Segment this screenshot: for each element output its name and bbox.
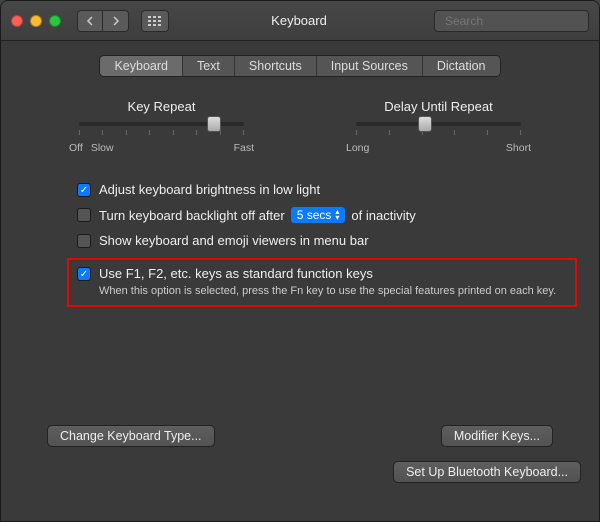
- option-label: Adjust keyboard brightness in low light: [99, 182, 320, 197]
- bluetooth-keyboard-button[interactable]: Set Up Bluetooth Keyboard...: [393, 461, 581, 483]
- slider-max: Short: [506, 142, 531, 154]
- select-value: 5 secs: [297, 208, 332, 222]
- option-hint: When this option is selected, press the …: [99, 285, 556, 297]
- slider-track[interactable]: [356, 122, 521, 126]
- content-area: Key Repeat Off Slow Fast Delay Until Rep…: [1, 89, 599, 447]
- slider-min-off: Off: [69, 142, 83, 154]
- tab-bar: KeyboardTextShortcutsInput SourcesDictat…: [1, 41, 599, 89]
- brightness-option: ✓ Adjust keyboard brightness in low ligh…: [77, 182, 571, 197]
- fn-keys-option: ✓ Use F1, F2, etc. keys as standard func…: [77, 266, 567, 297]
- window-controls: [11, 15, 61, 27]
- tab-input-sources[interactable]: Input Sources: [317, 56, 423, 76]
- minimize-icon[interactable]: [30, 15, 42, 27]
- highlight-annotation: ✓ Use F1, F2, etc. keys as standard func…: [67, 258, 577, 307]
- close-icon[interactable]: [11, 15, 23, 27]
- tab-dictation[interactable]: Dictation: [423, 56, 500, 76]
- backlight-off-option: Turn keyboard backlight off after 5 secs…: [77, 207, 571, 223]
- chevron-left-icon: [86, 16, 94, 26]
- emoji-checkbox[interactable]: [77, 234, 91, 248]
- option-label: Use F1, F2, etc. keys as standard functi…: [99, 266, 556, 281]
- tab-keyboard[interactable]: Keyboard: [100, 56, 183, 76]
- grid-icon: [148, 16, 162, 26]
- forward-button[interactable]: [103, 10, 129, 32]
- key-repeat-slider: Key Repeat Off Slow Fast: [69, 99, 254, 154]
- slider-label: Key Repeat: [128, 99, 196, 114]
- modifier-keys-button[interactable]: Modifier Keys...: [441, 425, 553, 447]
- preferences-window: Keyboard KeyboardTextShortcutsInput Sour…: [0, 0, 600, 522]
- tab-shortcuts[interactable]: Shortcuts: [235, 56, 317, 76]
- backlight-timeout-select[interactable]: 5 secs ▴▾: [291, 207, 346, 223]
- slider-min: Long: [346, 142, 369, 154]
- option-label-before: Turn keyboard backlight off after: [99, 208, 285, 223]
- change-keyboard-type-button[interactable]: Change Keyboard Type...: [47, 425, 215, 447]
- tab-text[interactable]: Text: [183, 56, 235, 76]
- slider-track[interactable]: [79, 122, 244, 126]
- backlight-checkbox[interactable]: [77, 208, 91, 222]
- slider-knob[interactable]: [207, 116, 221, 132]
- stepper-icon: ▴▾: [335, 209, 339, 221]
- slider-label: Delay Until Repeat: [384, 99, 492, 114]
- option-label-after: of inactivity: [351, 208, 415, 223]
- show-all-button[interactable]: [141, 10, 169, 32]
- zoom-icon[interactable]: [49, 15, 61, 27]
- emoji-viewer-option: Show keyboard and emoji viewers in menu …: [77, 233, 571, 248]
- search-field[interactable]: [434, 10, 589, 32]
- fn-keys-checkbox[interactable]: ✓: [77, 267, 91, 281]
- delay-slider: Delay Until Repeat Long Short: [346, 99, 531, 154]
- titlebar: Keyboard: [1, 1, 599, 41]
- slider-min-slow: Slow: [91, 142, 114, 154]
- nav-buttons: [77, 10, 129, 32]
- slider-max: Fast: [234, 142, 254, 154]
- slider-knob[interactable]: [418, 116, 432, 132]
- search-input[interactable]: [445, 14, 600, 28]
- brightness-checkbox[interactable]: ✓: [77, 183, 91, 197]
- back-button[interactable]: [77, 10, 103, 32]
- option-label: Show keyboard and emoji viewers in menu …: [99, 233, 369, 248]
- window-title: Keyboard: [177, 13, 426, 28]
- chevron-right-icon: [112, 16, 120, 26]
